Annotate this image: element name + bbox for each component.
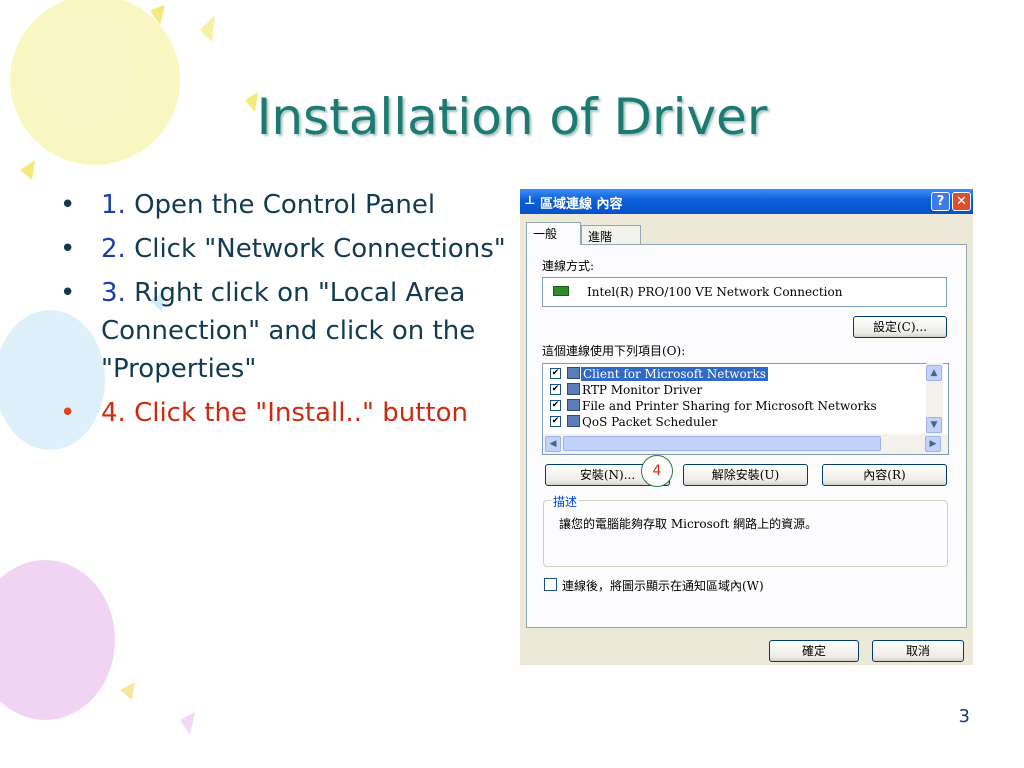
network-service-icon	[567, 415, 580, 427]
page-number: 3	[958, 706, 970, 727]
network-protocol-icon	[567, 383, 580, 395]
bullet-icon: •	[60, 398, 76, 428]
component-name: Client for Microsoft Networks	[581, 367, 768, 381]
component-name: QoS Packet Scheduler	[582, 415, 718, 429]
step-callout: 4	[641, 455, 673, 487]
scroll-up-icon[interactable]: ▲	[926, 365, 942, 381]
description-text: 讓您的電腦能夠存取 Microsoft 網路上的資源。	[559, 517, 818, 531]
confetti-decoration	[20, 160, 35, 180]
tab-advanced[interactable]: 進階	[581, 225, 641, 245]
network-service-icon	[567, 399, 580, 411]
dialog-titlebar[interactable]: ⊥ 區域連線 內容 ? ✕	[520, 189, 973, 214]
step-text: Right click on "Local Area Connection" a…	[101, 278, 476, 384]
bullet-icon: •	[60, 190, 76, 220]
list-item[interactable]: ✔ QoS Packet Scheduler	[543, 414, 933, 430]
component-name: RTP Monitor Driver	[582, 383, 703, 397]
description-legend: 描述	[551, 493, 580, 510]
list-item[interactable]: ✔ Client for Microsoft Networks	[543, 366, 933, 382]
dialog-title: 區域連線 內容	[540, 197, 623, 212]
help-button[interactable]: ?	[931, 192, 950, 211]
adapter-name: Intel(R) PRO/100 VE Network Connection	[587, 285, 843, 299]
instruction-list: • 1. Open the Control Panel • 2. Click "Ne…	[60, 186, 530, 438]
show-icon-label: 連線後，將圖示顯示在通知區域內(W)	[562, 579, 764, 593]
list-item[interactable]: ✔ File and Printer Sharing for Microsoft…	[543, 398, 933, 414]
cancel-button[interactable]: 取消	[872, 640, 964, 662]
step-item-3: • 3. Right click on "Local Area Connectio…	[60, 274, 530, 388]
bullet-icon: •	[60, 234, 76, 264]
step-item-4: • 4. Click the "Install.." button	[60, 394, 530, 432]
component-checkbox[interactable]: ✔	[550, 368, 561, 379]
component-checkbox[interactable]: ✔	[550, 400, 561, 411]
component-checkbox[interactable]: ✔	[550, 384, 561, 395]
scroll-down-icon[interactable]: ▼	[926, 417, 942, 433]
configure-button[interactable]: 設定(C)...	[853, 316, 947, 338]
slide-title: Installation of Driver	[256, 88, 768, 146]
vertical-scrollbar[interactable]: ▲ ▼	[926, 363, 943, 435]
properties-button[interactable]: 內容(R)	[822, 464, 947, 486]
step-number: 4.	[101, 398, 126, 428]
close-button[interactable]: ✕	[952, 192, 971, 211]
step-text: Open the Control Panel	[125, 190, 436, 220]
tab-general[interactable]: 一般	[526, 222, 581, 245]
confetti-decoration	[120, 682, 135, 700]
component-name: File and Printer Sharing for Microsoft N…	[582, 399, 877, 413]
step-number: 1.	[101, 190, 126, 220]
adapter-field: Intel(R) PRO/100 VE Network Connection	[542, 277, 947, 307]
connection-properties-dialog: ⊥ 區域連線 內容 ? ✕ 一般 進階 連線方式: Intel(R) PRO/1…	[520, 189, 973, 665]
confetti-decoration	[200, 15, 215, 42]
scroll-right-icon[interactable]: ▶	[925, 436, 941, 452]
step-text: Click the "Install.." button	[125, 398, 468, 428]
horizontal-scrollbar[interactable]: ◀ ▶	[543, 434, 948, 454]
step-number: 3.	[101, 278, 126, 308]
bullet-icon: •	[60, 278, 76, 308]
uninstall-button[interactable]: 解除安裝(U)	[683, 464, 808, 486]
ok-button[interactable]: 確定	[769, 640, 859, 662]
network-card-icon	[553, 286, 569, 296]
scroll-thumb[interactable]	[563, 436, 881, 451]
description-group	[543, 500, 948, 567]
connect-using-label: 連線方式:	[542, 259, 595, 273]
list-item[interactable]: ✔ RTP Monitor Driver	[543, 382, 933, 398]
step-number: 2.	[101, 234, 126, 264]
step-text: Click "Network Connections"	[125, 234, 506, 264]
components-label: 這個連線使用下列項目(O):	[542, 344, 686, 358]
confetti-decoration	[180, 712, 195, 735]
scroll-left-icon[interactable]: ◀	[545, 436, 561, 452]
network-client-icon	[567, 367, 580, 379]
step-item-2: • 2. Click "Network Connections"	[60, 230, 530, 268]
component-checkbox[interactable]: ✔	[550, 416, 561, 427]
step-item-1: • 1. Open the Control Panel	[60, 186, 530, 224]
show-icon-checkbox[interactable]	[544, 578, 557, 591]
network-connection-icon: ⊥	[524, 193, 536, 207]
balloon-purple-decoration	[0, 560, 115, 720]
